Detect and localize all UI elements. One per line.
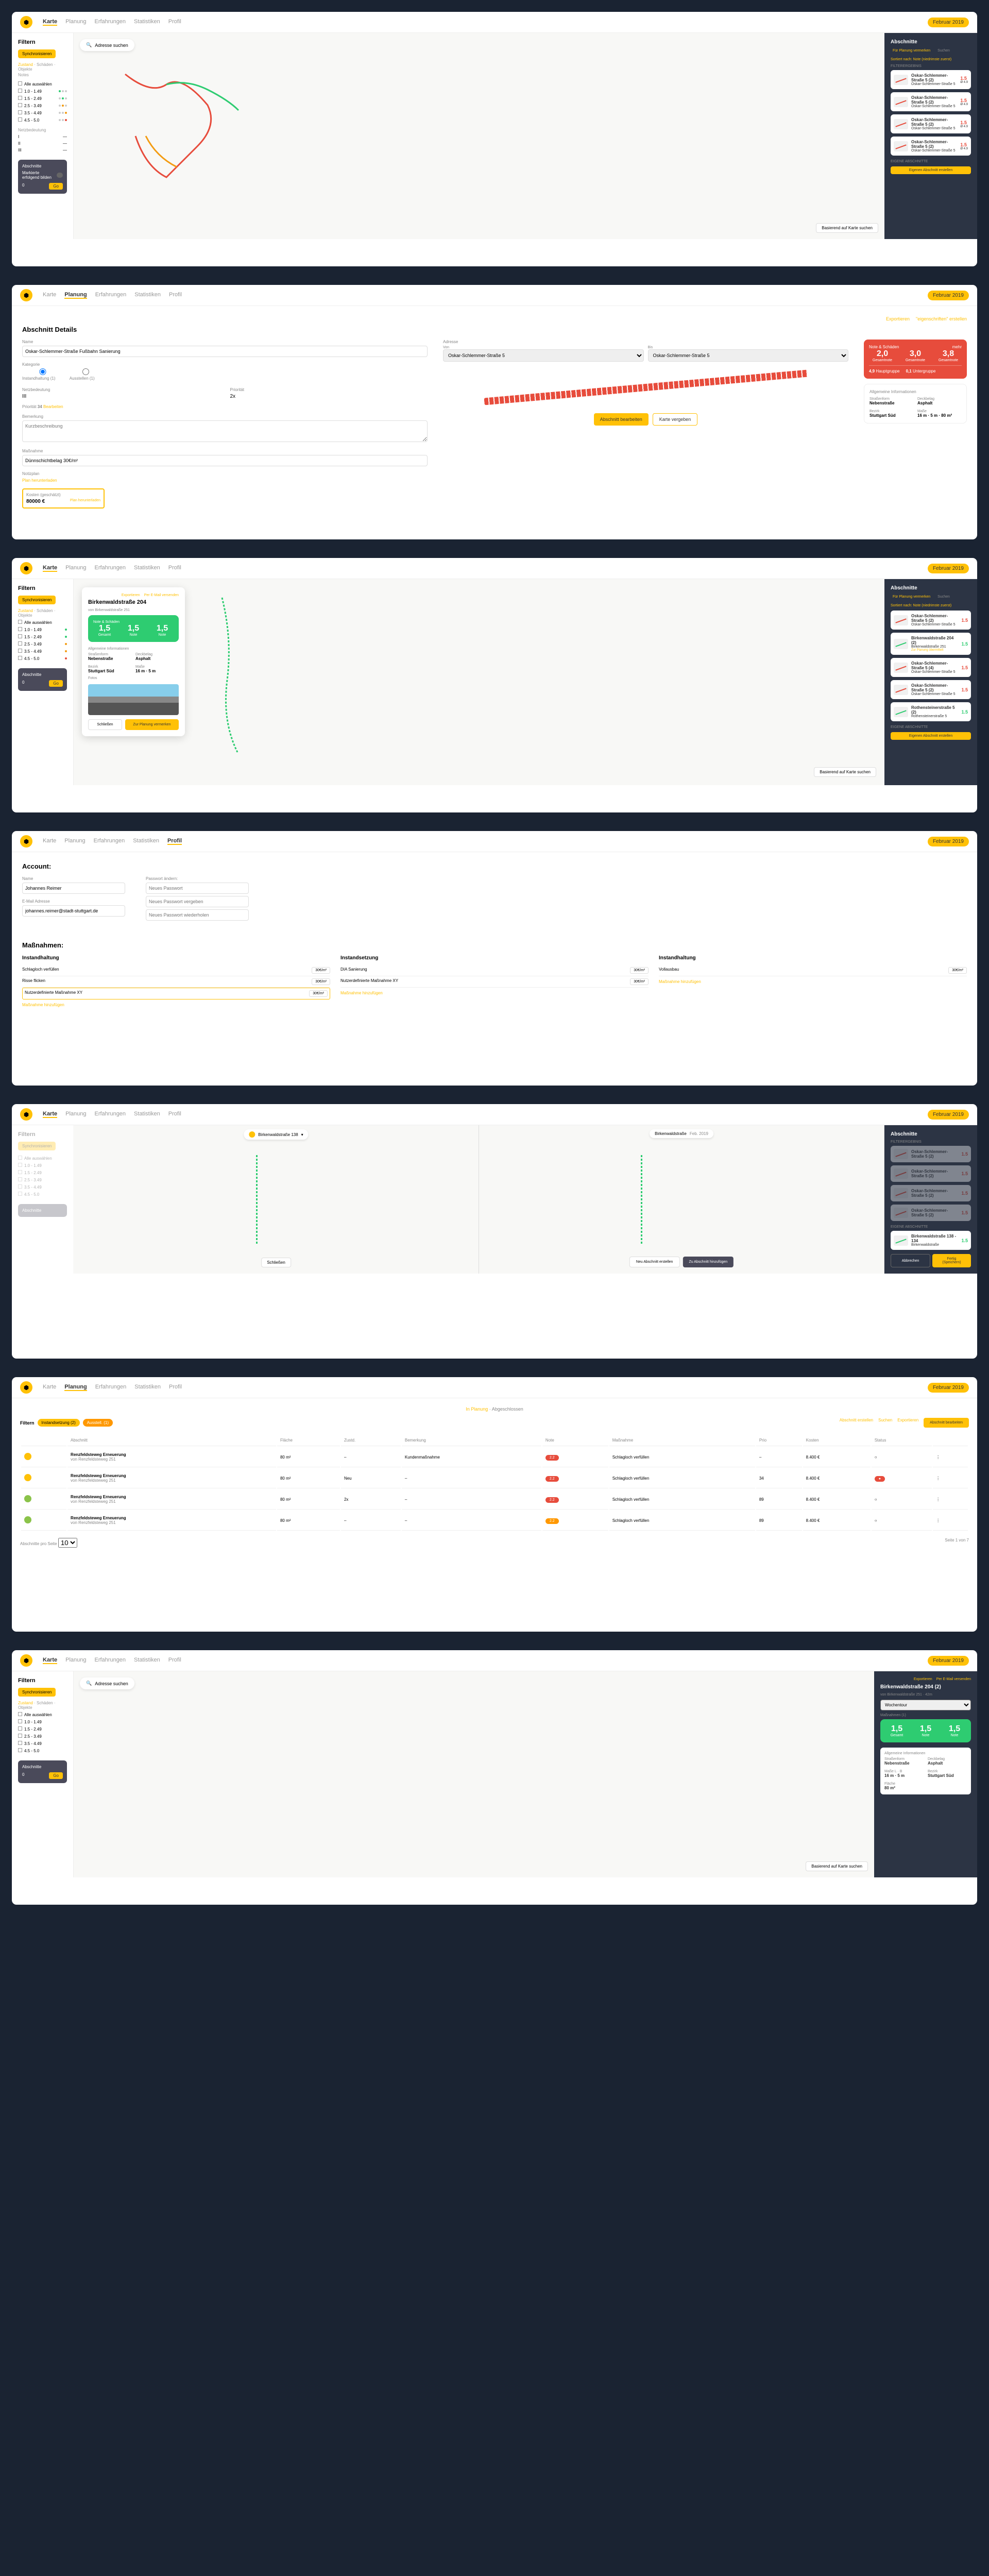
filter-range-2[interactable]: 2.5 - 3.49 (18, 102, 67, 109)
screen-map-popup: ⬢ Karte Planung Erfahrungen Statistiken … (10, 556, 979, 814)
toggle[interactable] (57, 173, 63, 178)
table-row[interactable]: Renzfeldsteweg Erneuerungvon Renzfeldste… (21, 1489, 968, 1510)
screen-map-overview: ⬢ Karte Planung Erfahrungen Statistiken … (10, 10, 979, 268)
filter-chip[interactable]: Ausstell. (1) (83, 1419, 113, 1427)
compare-map-left[interactable]: Birkenwaldstraße 138▾ Schließen (74, 1125, 479, 1274)
close-button[interactable]: Schließen (88, 719, 122, 730)
account-email-input[interactable] (22, 905, 125, 917)
chevron-down-icon: ▾ (301, 1132, 303, 1137)
screen-account: ⬢ Karte Planung Erfahrungen Statistiken … (10, 829, 979, 1087)
go-button[interactable]: Go (49, 183, 63, 190)
plan-button[interactable]: Zur Planung vermerken (125, 719, 179, 730)
add-measure-link[interactable]: Maßnahme hinzufügen (22, 1003, 330, 1007)
map-search-button[interactable]: Basierend auf Karte suchen (816, 223, 878, 233)
download-link[interactable]: Plan herunterladen (22, 478, 57, 483)
map[interactable]: 🔍Adresse suchen Basierend auf Karte such… (74, 33, 884, 239)
sections-panel: Abschnitte Für Planung vermerkenSuchen S… (884, 33, 977, 239)
add-section-button[interactable]: Zu Abschnitt hinzufügen (683, 1257, 734, 1267)
screen-table: ⬢ Karte Planung Erfahrungen Statistiken … (10, 1376, 979, 1633)
compare-map-right[interactable]: BirkenwaldstraßeFeb. 2019 Neu Abschnitt … (479, 1125, 884, 1274)
section-item[interactable]: Oskar-Schlemmer-Straße 5 (2)Oskar-Schlem… (891, 92, 971, 111)
filter-range-1[interactable]: 1.5 - 2.49 (18, 95, 67, 102)
section-item[interactable]: Oskar-Schlemmer-Straße 5 (2)Oskar-Schlem… (891, 137, 971, 156)
active-section[interactable]: Birkenwaldstraße 138 - 134Birkenwaldstra… (891, 1231, 971, 1250)
nav-tabs: Karte Planung Erfahrungen Statistiken Pr… (43, 19, 917, 26)
filter-title: Filtern (18, 39, 67, 45)
table-row[interactable]: Renzfeldsteweg Erneuerungvon Renzfeldste… (21, 1468, 968, 1488)
name-input[interactable] (22, 346, 428, 357)
account-name-input[interactable] (22, 883, 125, 894)
tab-statistiken[interactable]: Statistiken (134, 19, 160, 26)
edit-section-button[interactable]: Abschnitt bearbeiten (594, 413, 649, 426)
pw-input-2[interactable] (146, 909, 249, 921)
per-page-select[interactable]: 10 (58, 1538, 77, 1548)
tab-karte[interactable]: Karte (43, 19, 57, 26)
action-search[interactable]: Suchen (878, 1418, 892, 1428)
street-popup: ExportierenPer E-Mail versenden Birkenwa… (82, 587, 185, 736)
export-link[interactable]: Exportieren (886, 316, 910, 321)
table-row[interactable]: Renzfeldsteweg Erneuerungvon Renzfeldste… (21, 1511, 968, 1531)
action-create[interactable]: Abschnitt erstellen (840, 1418, 873, 1428)
map-assign-button[interactable]: Karte vergeben (653, 413, 698, 426)
topbar: ⬢ Karte Planung Erfahrungen Statistiken … (12, 12, 977, 33)
measure-input[interactable] (22, 455, 428, 466)
action-export[interactable]: Exportieren (897, 1418, 918, 1428)
sidebar-sections: Abschnitte Markierte erfolgend bilden 0 … (18, 160, 67, 194)
marker-icon (249, 1131, 255, 1138)
screen-detail: ⬢ Karte Planung Erfahrungen Statistiken … (10, 283, 979, 541)
panel-tab-search[interactable]: Suchen (935, 48, 952, 54)
logo[interactable]: ⬢ (20, 16, 32, 28)
panel-tab-plan[interactable]: Für Planung vermerken (891, 48, 932, 54)
section-item[interactable]: Oskar-Schlemmer-Straße 5 (2)Oskar-Schlem… (891, 114, 971, 133)
table-row[interactable]: Renzfeldsteweg Erneuerungvon Renzfeldste… (21, 1447, 968, 1467)
filter-chip[interactable]: Instandsetzung (2) (38, 1419, 80, 1427)
date-badge[interactable]: Februar 2019 (928, 18, 969, 27)
edit-link[interactable]: Bearbeiten (43, 404, 63, 409)
tab-erfahrungen[interactable]: Erfahrungen (95, 19, 126, 26)
close-compare-button[interactable]: Schließen (261, 1258, 291, 1267)
detail-title: Abschnitt Details (22, 326, 967, 333)
sections-table: AbschnittFlächeZustd.BemerkungNoteMaßnah… (20, 1434, 969, 1532)
to-select[interactable]: Oskar-Schlemmer-Straße 5 (648, 349, 849, 362)
score-card: Note & Schädenmehr 2,0Gesamtnote 3,0Gesa… (864, 340, 967, 379)
save-button[interactable]: Fertig (Speichern) (932, 1254, 971, 1267)
sync-button[interactable]: Synchronisieren (18, 49, 56, 58)
filter-range-4[interactable]: 4.5 - 5.0 (18, 116, 67, 124)
filter-tabs: Zustand · Schäden · Objekte (18, 62, 67, 72)
screen-compare: ⬢ Karte Planung Erfahrungen Statistiken … (10, 1103, 979, 1360)
tab-planung[interactable]: Planung (65, 19, 86, 26)
create-own-button[interactable]: Eigenen Abschnitt erstellen (891, 166, 971, 174)
street-photo[interactable] (88, 684, 179, 715)
filter-sidebar: Filtern Synchronisieren Zustand · Schäde… (12, 33, 74, 239)
section-item[interactable]: Oskar-Schlemmer-Straße 5 (2)Oskar-Schlem… (891, 70, 971, 89)
cancel-button[interactable]: Abbrechen (891, 1254, 930, 1267)
pw-input-1[interactable] (146, 896, 249, 907)
pw-input-0[interactable] (146, 883, 249, 894)
new-section-button[interactable]: Neu Abschnitt erstellen (629, 1257, 680, 1267)
from-select[interactable]: Oskar-Schlemmer-Straße 5 (443, 349, 644, 362)
screen-map-detail-panel: ⬢ Karte Planung Erfahrungen Statistiken … (10, 1649, 979, 1906)
action-edit[interactable]: Abschnitt bearbeiten (924, 1418, 969, 1428)
own-create-link[interactable]: "eigenschriften" erstellen (916, 316, 967, 321)
desc-input[interactable] (22, 420, 428, 442)
filter-all[interactable]: Alle auswählen (18, 80, 67, 88)
more-icon[interactable]: ⋮ (933, 1447, 968, 1467)
filter-range-0[interactable]: 1.0 - 1.49 (18, 88, 67, 95)
filter-range-3[interactable]: 3.5 - 4.49 (18, 109, 67, 116)
tour-select[interactable]: Wochentour (880, 1700, 971, 1710)
tab-profil[interactable]: Profil (168, 19, 181, 26)
